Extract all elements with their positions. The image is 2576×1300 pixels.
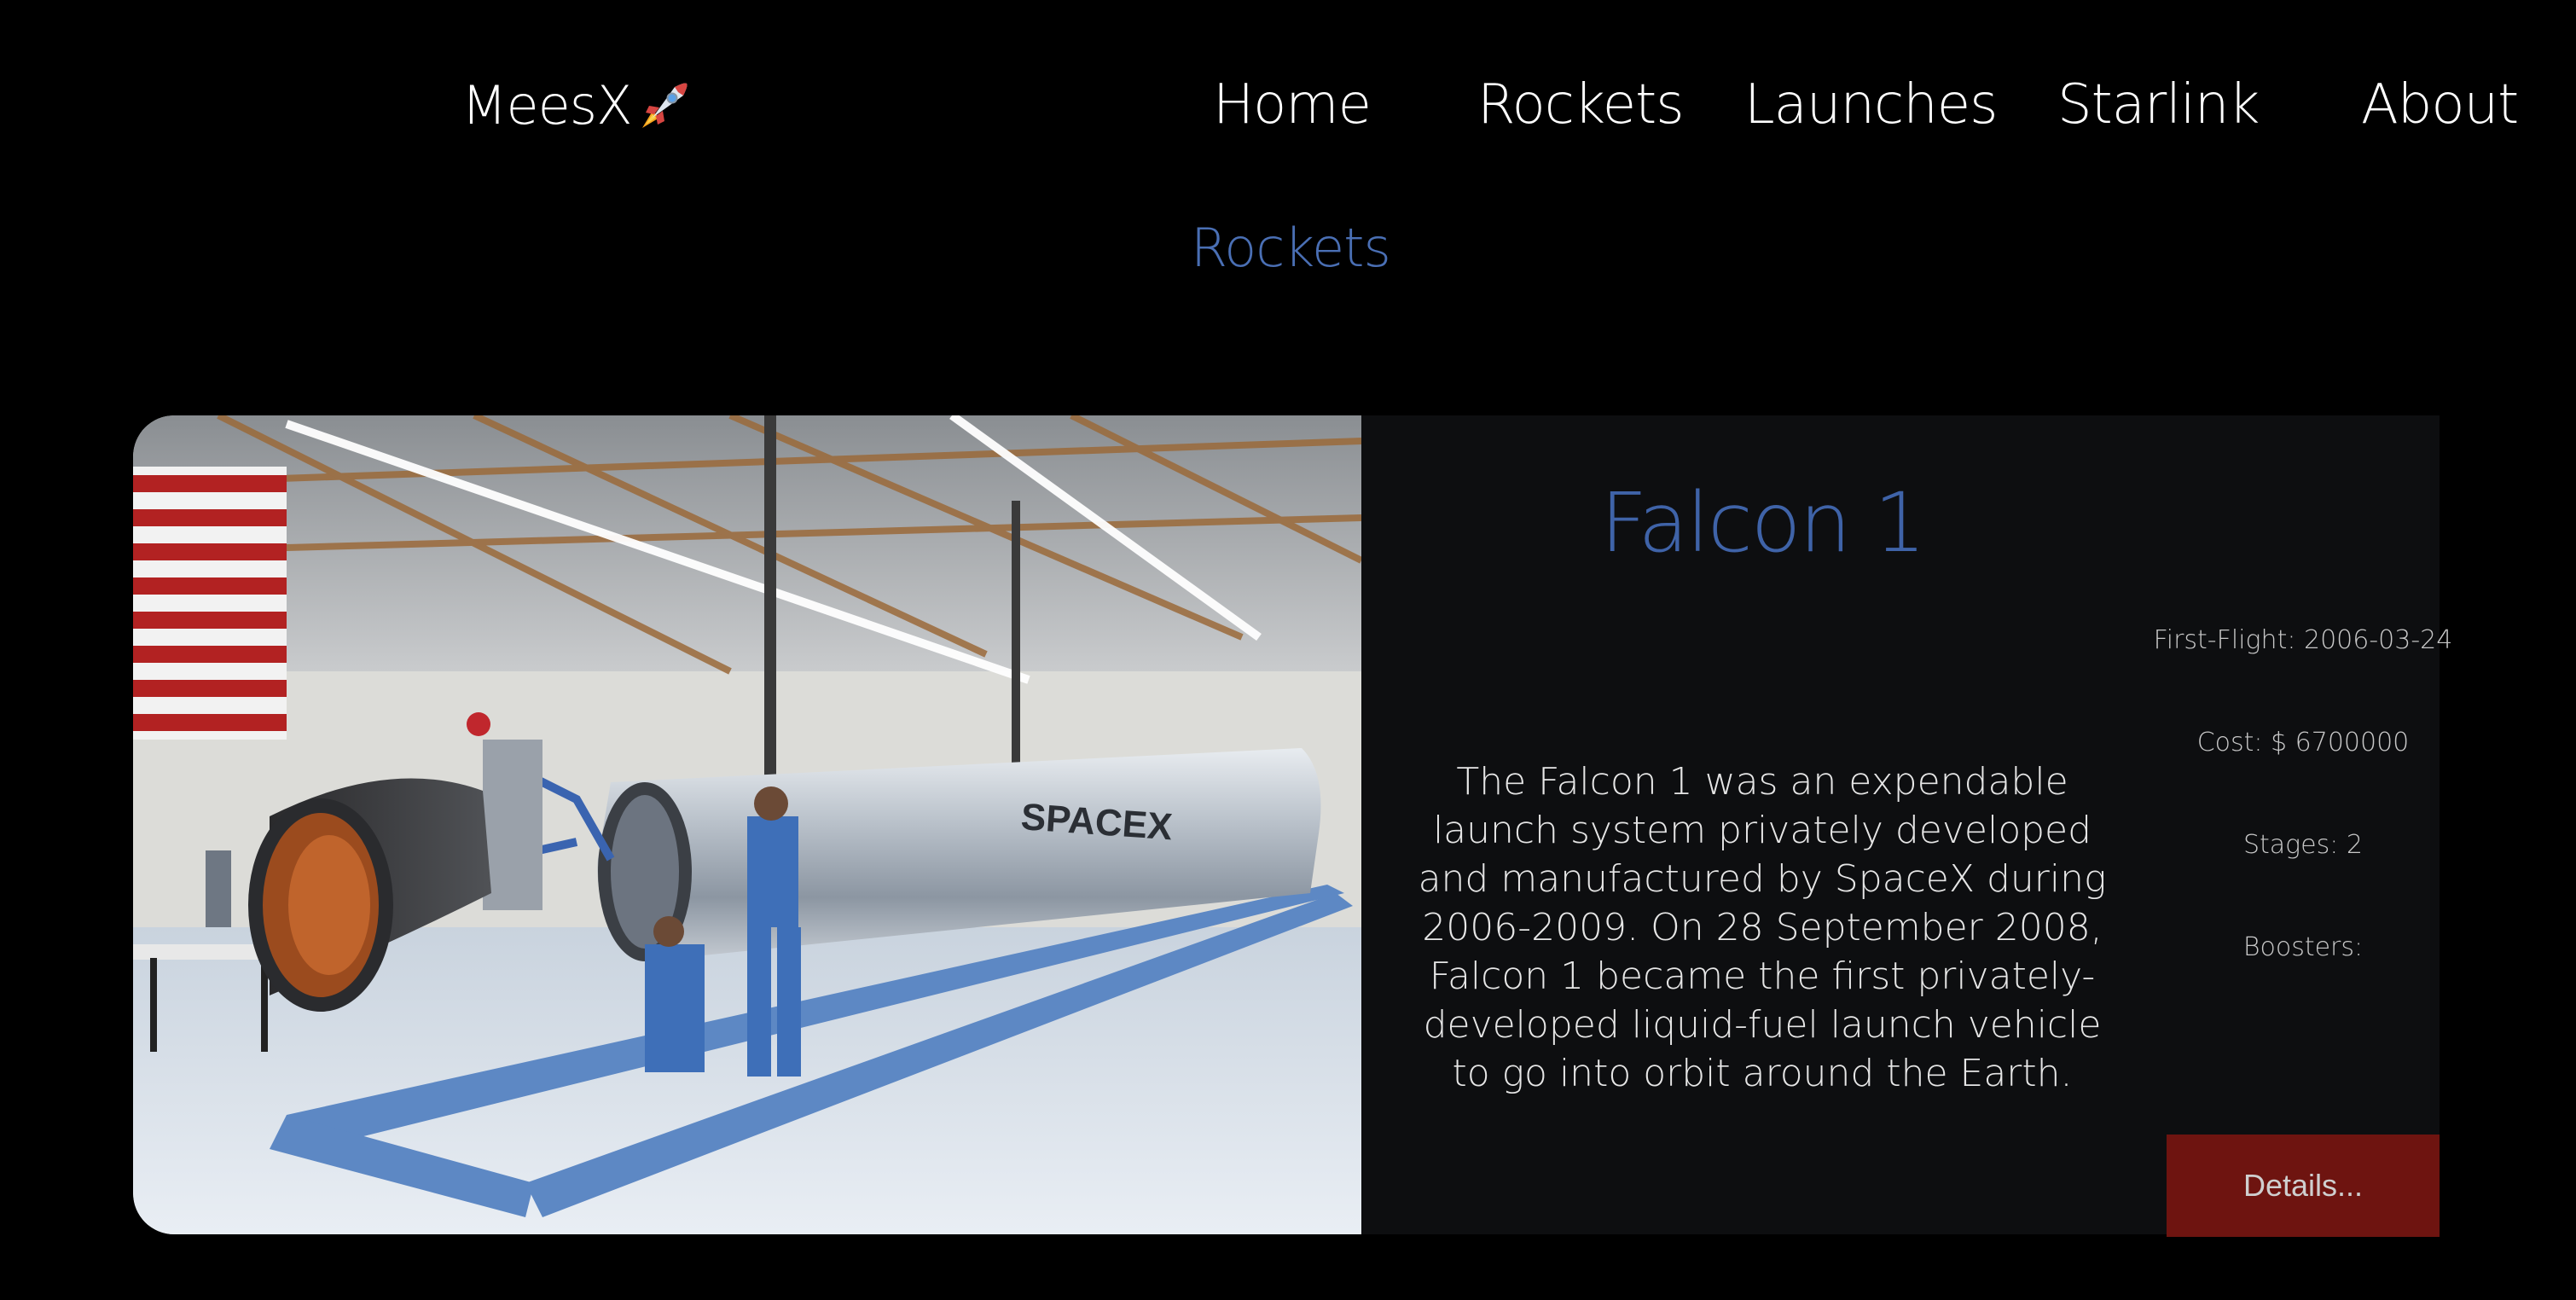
rocket-name: Falcon 1 — [1600, 475, 1926, 571]
details-button[interactable]: Details... — [2167, 1135, 2440, 1237]
spec-cost: Cost: $ 6700000 — [2196, 727, 2410, 757]
nav-link-launches[interactable]: Launches — [1744, 67, 1998, 143]
nav-link-home[interactable]: Home — [1213, 67, 1372, 143]
spec-first-flight: First-Flight: 2006-03-24 — [2153, 624, 2453, 655]
section-title: Rockets — [1191, 216, 1391, 279]
nav-link-starlink[interactable]: Starlink — [2057, 67, 2260, 143]
spec-stages: Stages: 2 — [2242, 829, 2363, 860]
nav-link-rockets[interactable]: Rockets — [1477, 67, 1685, 143]
spec-boosters: Boosters: — [2242, 931, 2364, 962]
brand-logo-link[interactable]: MeesX — [461, 67, 693, 143]
rocket-icon — [634, 77, 693, 136]
rocket-description: The Falcon 1 was an expendable launch sy… — [1418, 760, 2107, 1095]
nav-link-about[interactable]: About — [2361, 67, 2519, 143]
brand-name: MeesX — [461, 73, 633, 136]
rocket-image: SPACEX — [133, 415, 1361, 1234]
page: MeesX Home Rockets Launches Starlink Abo… — [0, 0, 2576, 1300]
